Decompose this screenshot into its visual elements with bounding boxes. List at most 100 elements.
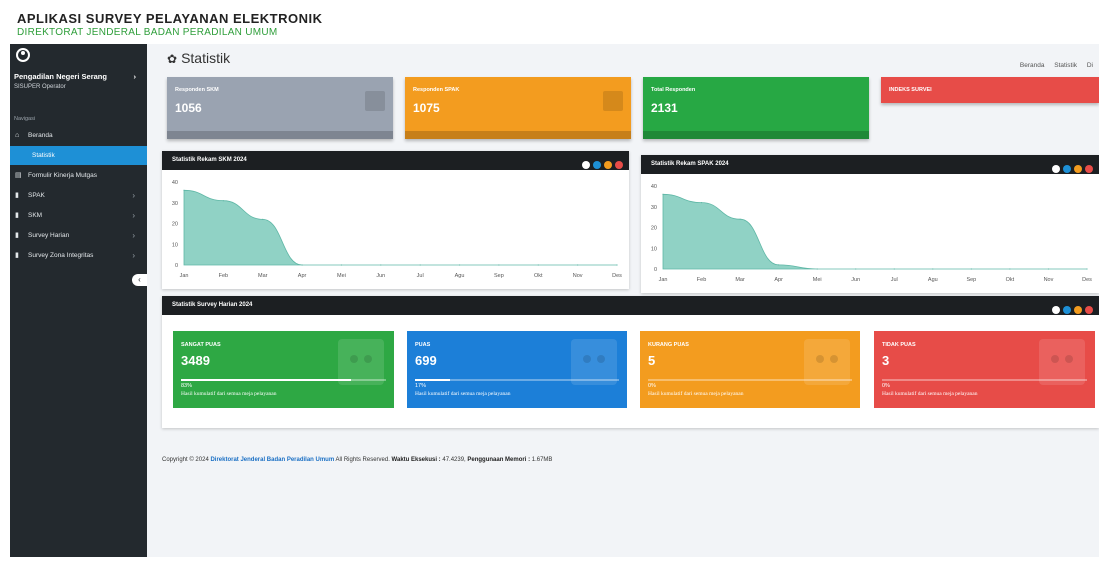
book-icon — [603, 91, 623, 111]
smile-icon — [571, 339, 617, 385]
x-tick-label: Feb — [697, 277, 706, 283]
y-tick-label: 40 — [651, 184, 657, 190]
data-point — [893, 268, 895, 270]
chart-spak: 0 10 20 30 40 Jan Feb Mar Apr Mei Jun Jul Agu Sep Okt N… — [651, 184, 1092, 283]
panel-controls — [1049, 301, 1093, 319]
close-dot-icon[interactable] — [615, 161, 623, 169]
data-point — [700, 202, 703, 204]
stat-box-responden-spak: Responden SPAK 1075 — [405, 77, 631, 139]
area-series — [662, 193, 1087, 270]
y-tick-label: 30 — [651, 205, 657, 211]
data-point — [458, 264, 461, 266]
fullscreen-dot-icon[interactable] — [1074, 306, 1082, 314]
chevron-right-icon: › — [132, 191, 135, 200]
book-icon: ▮ — [15, 192, 19, 199]
app-header: APLIKASI SURVEY PELAYANAN ELEKTRONIK DIR… — [0, 0, 1099, 44]
fullscreen-dot-icon[interactable] — [1074, 165, 1082, 173]
chart-panel-title: Statistik Rekam SPAK 2024 — [641, 155, 1099, 174]
sat-box-kurang-puas: KURANG PUAS 5 0% Hasil kumulatif dari se… — [640, 331, 860, 408]
breadcrumb-home[interactable]: Beranda — [1020, 62, 1045, 69]
data-point — [419, 264, 421, 266]
data-point — [778, 264, 780, 266]
x-tick-label: Agu — [455, 273, 465, 279]
x-tick-label: Sep — [494, 273, 504, 279]
y-tick-label: 0 — [654, 267, 657, 273]
x-tick-label: Jul — [891, 277, 898, 283]
data-point — [577, 264, 579, 266]
x-tick-label: Des — [612, 273, 622, 279]
progress-fill — [415, 379, 450, 381]
sidebar-user-name: Pengadilan Negeri Serang — [14, 72, 107, 81]
sidebar-item-survey-zona[interactable]: ▮ Survey Zona Integritas › — [10, 246, 147, 265]
y-tick-label: 10 — [651, 246, 657, 252]
data-point — [662, 193, 664, 195]
y-tick-label: 20 — [172, 222, 178, 228]
page-title: ✿ Statistik — [167, 50, 231, 66]
sidebar-collapse-button[interactable]: ‹ — [132, 274, 147, 286]
data-point — [222, 200, 224, 202]
refresh-dot-icon[interactable] — [1063, 306, 1071, 314]
data-point — [301, 264, 303, 266]
book-icon: ▮ — [15, 232, 19, 239]
main-content: ✿ Statistik Beranda Statistik Di Responde… — [147, 44, 1099, 557]
user-avatar-icon[interactable] — [16, 48, 30, 62]
x-tick-label: Mei — [813, 277, 822, 283]
breadcrumb: Beranda Statistik Di — [1012, 62, 1093, 69]
y-tick-label: 10 — [172, 242, 178, 248]
refresh-dot-icon[interactable] — [1063, 165, 1071, 173]
x-tick-label: Apr — [298, 273, 307, 279]
collapse-dot-icon[interactable] — [582, 161, 590, 169]
fullscreen-dot-icon[interactable] — [604, 161, 612, 169]
sidebar-item-beranda[interactable]: ⌂ Beranda — [10, 126, 147, 145]
sidebar-item-skm[interactable]: ▮ SKM › — [10, 206, 147, 225]
x-tick-label: Jan — [659, 277, 668, 283]
data-point — [616, 264, 618, 266]
data-point — [537, 264, 539, 266]
meh-face-icon — [804, 339, 850, 385]
book-icon: ▮ — [15, 212, 19, 219]
x-tick-label: Des — [1082, 277, 1092, 283]
progress-fill — [181, 379, 352, 381]
x-tick-label: Jan — [180, 273, 189, 279]
data-point — [1047, 268, 1050, 270]
sat-box-puas: PUAS 699 17% Hasil kumulatif dari semua … — [407, 331, 627, 408]
x-tick-label: Mar — [258, 273, 268, 279]
collapse-dot-icon[interactable] — [1052, 165, 1060, 173]
x-tick-label: Sep — [966, 277, 976, 283]
data-point — [380, 264, 382, 266]
y-tick-label: 20 — [651, 226, 657, 232]
sidebar-item-formulir[interactable]: ▤ Formulir Kinerja Mutgas — [10, 166, 147, 185]
x-tick-label: Apr — [774, 277, 783, 283]
y-tick-label: 30 — [172, 201, 178, 207]
area-series — [183, 189, 617, 266]
refresh-dot-icon[interactable] — [593, 161, 601, 169]
sidebar-item-statistik[interactable]: Statistik — [10, 146, 147, 165]
sidebar-section-label: Navigasi — [14, 116, 36, 122]
frown-face-icon — [1039, 339, 1085, 385]
sidebar: Pengadilan Negeri Serang › SISUPER Opera… — [10, 44, 147, 557]
breadcrumb-current: Statistik — [1054, 62, 1078, 69]
stat-box-total-responden: Total Responden 2131 — [643, 77, 869, 139]
breadcrumb-extra: Di — [1086, 62, 1093, 69]
data-point — [1086, 268, 1088, 270]
x-tick-label: Mei — [337, 273, 346, 279]
chart-panel-title: Statistik Rekam SKM 2024 — [162, 151, 629, 170]
sidebar-item-survey-harian[interactable]: ▮ Survey Harian › — [10, 226, 147, 245]
x-tick-label: Feb — [219, 273, 228, 279]
sat-box-sangat-puas: SANGAT PUAS 3489 83% Hasil kumulatif dar… — [173, 331, 394, 408]
home-icon: ⌂ — [15, 132, 20, 139]
data-point — [932, 268, 934, 270]
data-point — [1009, 268, 1011, 270]
footer-link[interactable]: Direktorat Jenderal Badan Peradilan Umum — [210, 457, 334, 463]
y-tick-label: 0 — [175, 263, 178, 269]
sidebar-item-spak[interactable]: ▮ SPAK › — [10, 186, 147, 205]
close-dot-icon[interactable] — [1085, 165, 1093, 173]
x-tick-label: Jun — [851, 277, 860, 283]
data-point — [262, 218, 264, 220]
sidebar-user[interactable]: Pengadilan Negeri Serang › — [14, 72, 144, 81]
close-dot-icon[interactable] — [1085, 306, 1093, 314]
x-tick-label: Okt — [534, 273, 543, 279]
book-icon: ▮ — [15, 252, 19, 259]
collapse-dot-icon[interactable] — [1052, 306, 1060, 314]
chart-skm: 0 10 20 30 40 Jan Feb Mar Apr Mei Jun Jul Agu Sep Okt N… — [172, 180, 622, 279]
